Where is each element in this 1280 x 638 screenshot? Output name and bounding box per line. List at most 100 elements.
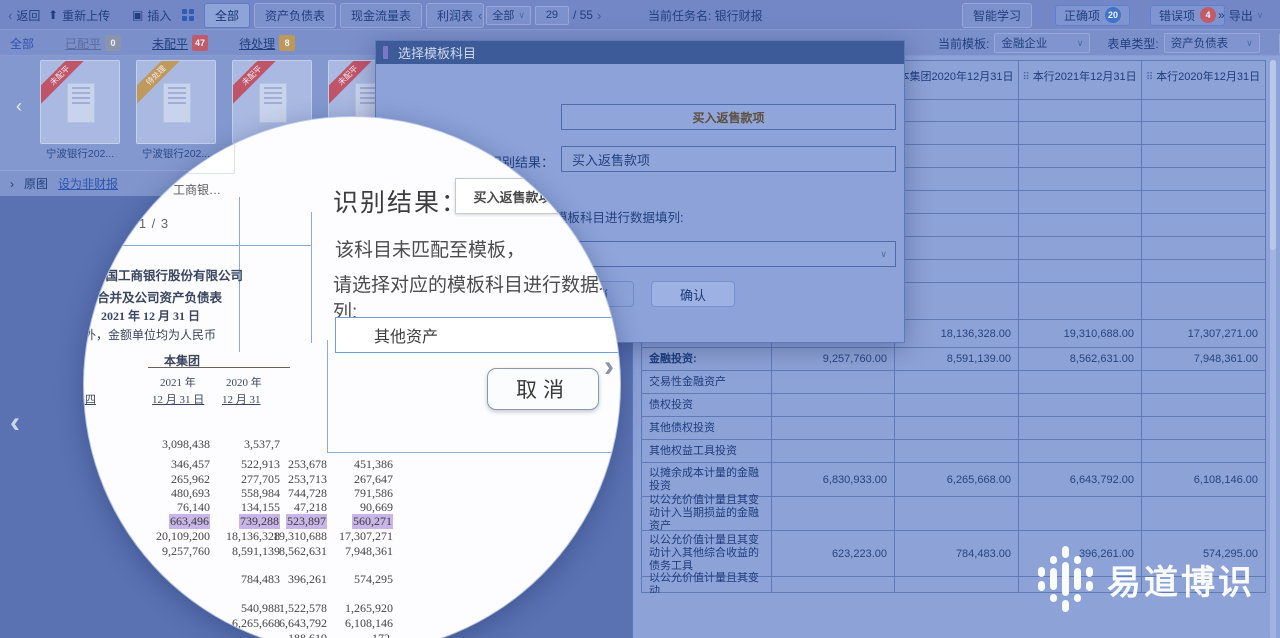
recognition-result-input[interactable]: 买入返售款项 [561,146,896,172]
doc-number-cell: 8,591,139 [232,544,280,559]
top-toolbar: ‹返回 ⬆重新上传 ▣插入 全部资产负债表现金流量表利润表 ‹ 全部∨ 29 /… [0,0,1280,30]
status-tab-3[interactable]: 待处理8 [239,35,295,52]
export-icon: » [1218,8,1225,22]
table-row-label[interactable]: 其他债权投资 [641,417,771,439]
smart-learn-button[interactable]: 智能学习 [962,0,1032,30]
table-cell[interactable]: 17,307,271.00 [1141,320,1265,347]
table-scrollbar-thumb[interactable] [1270,60,1276,250]
insert-image-icon: ▣ [132,8,143,22]
form-type-select[interactable]: 资产负债表∨ [1164,33,1260,53]
table-cell[interactable] [1018,417,1141,439]
filter-button-2[interactable]: 现金流量表 [340,3,422,28]
table-row-label[interactable]: 以摊余成本计量的金融投资 [641,463,771,496]
pager-page-input[interactable]: 29 [535,6,569,25]
table-cell[interactable] [771,440,894,462]
reupload-button[interactable]: ⬆重新上传 [48,0,110,30]
doc-company-title: 中国工商银行股份有限公司 [93,265,243,284]
table-header-0[interactable]: 本集团2020年12月31日 [894,56,1018,99]
table-cell[interactable]: 6,108,146.00 [1141,463,1265,496]
table-cell[interactable] [894,371,1018,393]
table-row-label[interactable]: 金融投资: [641,348,771,370]
table-row-label[interactable]: 交易性金融资产 [641,371,771,393]
drag-handle-icon[interactable]: ⠿ [1022,71,1028,84]
set-nonfinancial-link[interactable]: 设为非财报 [58,175,118,192]
filmstrip-prev-icon[interactable]: ‹ [16,96,22,117]
table-cell[interactable]: 9,257,760.00 [771,348,894,370]
expand-icon[interactable]: › [10,177,14,191]
linked-thumbnail-tab[interactable] [183,124,235,174]
table-row-label[interactable]: 以公允价值计量且其变动计入其他综合收益的债务工具 [641,531,771,576]
doc-year-col1: 2021 年 [160,374,196,390]
table-cell[interactable]: 8,562,631.00 [1018,348,1141,370]
doc-number-cell: 17,307,271 [339,529,393,544]
modal-header[interactable]: 选择模板科目 [376,41,904,64]
table-cell[interactable] [1141,440,1265,462]
table-cell[interactable]: 6,643,792.00 [1018,463,1141,496]
error-items-pill[interactable]: 错误项4 [1150,0,1225,30]
table-cell[interactable] [1018,371,1141,393]
export-button[interactable]: »导出∨ [1218,0,1263,30]
pager-prev-icon[interactable]: ‹ [478,8,482,23]
table-cell[interactable]: 7,948,361.00 [1141,348,1265,370]
table-row-label[interactable]: 其他权益工具投资 [641,440,771,462]
table-cell[interactable] [1018,440,1141,462]
doc-header-rule [148,367,290,368]
subject-dropdown-magnified[interactable]: 其他资产 [335,317,620,353]
status-tab-0[interactable]: 全部 [10,35,34,52]
correct-items-pill[interactable]: 正确项20 [1055,0,1130,30]
table-cell[interactable] [894,417,1018,439]
table-cell[interactable] [1141,394,1265,416]
next-page-chevron[interactable]: › [604,352,614,382]
table-cell[interactable] [771,417,894,439]
table-cell[interactable]: 784,483.00 [894,531,1018,576]
pager-scope-select[interactable]: 全部∨ [486,6,531,25]
filter-button-0[interactable]: 全部 [204,3,250,28]
table-cell[interactable]: 8,591,139.00 [894,348,1018,370]
table-cell[interactable] [894,440,1018,462]
filter-button-3[interactable]: 利润表 [426,3,484,28]
table-cell[interactable] [771,497,894,530]
table-cell[interactable] [894,577,1018,592]
table-cell[interactable]: 19,310,688.00 [1018,320,1141,347]
template-select[interactable]: 金融企业∨ [994,33,1090,53]
magnified-modal-border [327,452,620,453]
template-subject-dropdown[interactable]: ∨ [561,241,896,267]
table-row-label[interactable]: 以公允价值计量且其变动计入当期损益的金融资产 [641,497,771,530]
table-cell[interactable] [771,371,894,393]
table-cell[interactable] [1018,394,1141,416]
drag-handle-icon[interactable]: ⠿ [1146,71,1152,84]
filter-button-1[interactable]: 资产负债表 [254,3,336,28]
confirm-button[interactable]: 确认 [651,281,735,307]
table-row-label[interactable]: 债权投资 [641,394,771,416]
table-header-2[interactable]: ⠿本行2020年12月31日 [1141,56,1265,99]
table-cell[interactable] [894,497,1018,530]
doc-number-cell: 253,678 [288,457,327,472]
pager-next-icon[interactable]: › [597,8,601,23]
grid-view-icon[interactable] [182,0,194,30]
prev-page-chevron[interactable]: ‹ [10,408,20,438]
status-tab-1[interactable]: 已配平0 [65,35,121,52]
thumbnail-0[interactable]: 未配平 [40,60,120,144]
table-header-1[interactable]: ⠿本行2021年12月31日 [1018,56,1141,99]
table-row-label[interactable]: 以公允价值计量且其变动 [641,577,771,592]
status-tab-2[interactable]: 未配平47 [152,35,208,52]
table-cell[interactable]: 18,136,328.00 [894,320,1018,347]
doc-number-cell: 90,669 [360,500,393,515]
table-cell[interactable]: 623,223.00 [771,531,894,576]
recognition-result-input-magnified[interactable]: 买入返售款项 [455,178,570,214]
table-cell[interactable] [894,394,1018,416]
table-cell[interactable] [771,577,894,592]
table-cell[interactable] [1141,497,1265,530]
cancel-button-magnified[interactable]: 取消 [487,368,599,410]
table-cell[interactable] [771,394,894,416]
back-button[interactable]: ‹返回 [8,0,40,30]
doc-number-cell: 3,098,438 [162,437,210,452]
table-cell[interactable] [1141,417,1265,439]
app-root: ‹返回 ⬆重新上传 ▣插入 全部资产负债表现金流量表利润表 ‹ 全部∨ 29 /… [0,0,1280,638]
table-cell[interactable] [1141,371,1265,393]
table-cell[interactable]: 6,830,933.00 [771,463,894,496]
table-cell[interactable] [1018,497,1141,530]
insert-button[interactable]: ▣插入 [132,0,171,30]
table-cell[interactable]: 6,265,668.00 [894,463,1018,496]
table-row-7: 以公允价值计量且其变动计入当期损益的金融资产 [641,497,1265,531]
